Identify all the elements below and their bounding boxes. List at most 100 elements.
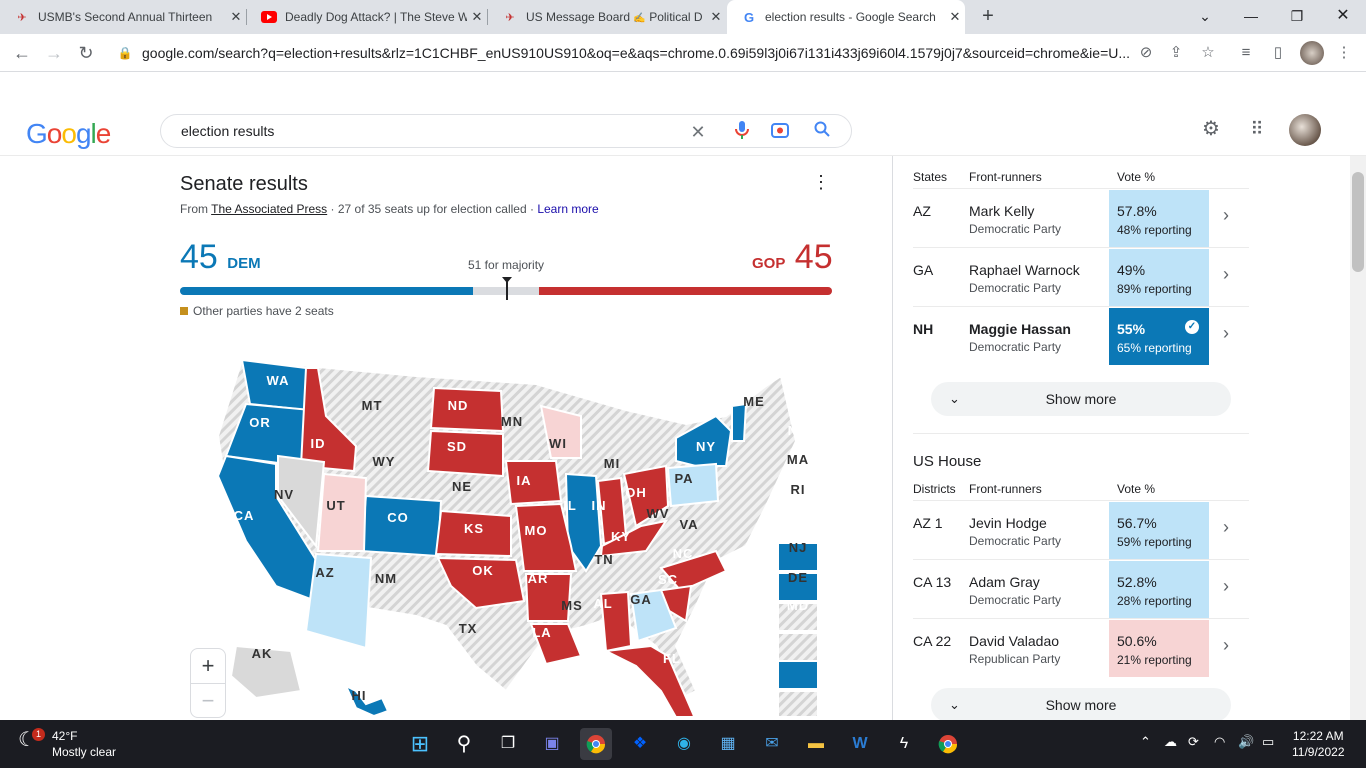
scroll-thumb[interactable]: [1352, 172, 1364, 272]
url-text[interactable]: google.com/search?q=election+results&rlz…: [142, 45, 1132, 61]
word-icon[interactable]: W: [844, 728, 876, 760]
clear-icon[interactable]: ✕: [687, 121, 709, 143]
chevron-right-icon[interactable]: ›: [1223, 323, 1229, 344]
start-windows-icon[interactable]: ⊞: [404, 728, 436, 760]
state-label-vt[interactable]: VT: [784, 393, 812, 408]
state-label-nv[interactable]: NV: [270, 487, 298, 502]
dropbox-icon[interactable]: ❖: [624, 728, 656, 760]
side-panel-icon[interactable]: ▯: [1266, 41, 1290, 65]
state-label-id[interactable]: ID: [304, 436, 332, 451]
share-icon[interactable]: ⇪: [1164, 41, 1188, 65]
state-label-co[interactable]: CO: [384, 510, 412, 525]
state-label-wy[interactable]: WY: [370, 454, 398, 469]
chevron-right-icon[interactable]: ›: [1223, 635, 1229, 656]
state-label-la[interactable]: LA: [528, 625, 556, 640]
zoom-in-button[interactable]: +: [191, 649, 225, 683]
state-label-ar[interactable]: AR: [524, 571, 552, 586]
state-label-fl[interactable]: FL: [658, 651, 686, 666]
taskbar-clock[interactable]: 12:22 AM 11/9/2022: [1292, 728, 1345, 760]
state-label-nj[interactable]: NJ: [784, 540, 812, 555]
state-label-nc[interactable]: NC: [669, 546, 697, 561]
close-tab-icon[interactable]: ✕: [706, 9, 726, 25]
tab-usmb-thirteen[interactable]: ✈ USMB's Second Annual Thirteen ✕: [0, 0, 246, 34]
sync-icon[interactable]: ⟳: [1188, 734, 1199, 750]
google-logo[interactable]: Google: [26, 118, 111, 150]
new-tab-icon[interactable]: +: [977, 5, 999, 27]
source-link[interactable]: The Associated Press: [211, 202, 327, 216]
close-window-icon[interactable]: ✕: [1320, 0, 1366, 34]
reading-list-icon[interactable]: ≡: [1234, 41, 1258, 65]
back-icon[interactable]: ←: [10, 41, 34, 65]
state-label-wa[interactable]: WA: [264, 373, 292, 388]
state-label-nd[interactable]: ND: [444, 398, 472, 413]
state-label-ne[interactable]: NE: [448, 479, 476, 494]
page-scrollbar[interactable]: [1350, 156, 1366, 720]
close-tab-icon[interactable]: ✕: [226, 9, 246, 25]
state-label-pa[interactable]: PA: [670, 471, 698, 486]
state-label-ct[interactable]: CT: [784, 510, 812, 525]
app-bolt-icon[interactable]: ϟ: [888, 728, 920, 760]
reload-icon[interactable]: ↻: [74, 41, 98, 65]
state-label-ma[interactable]: MA: [784, 452, 812, 467]
state-label-in[interactable]: IN: [585, 498, 613, 513]
state-label-al[interactable]: AL: [589, 596, 617, 611]
minimize-icon[interactable]: —: [1228, 0, 1274, 34]
forward-icon[interactable]: →: [42, 41, 66, 65]
state-label-ms[interactable]: MS: [558, 598, 586, 613]
chevron-right-icon[interactable]: ›: [1223, 205, 1229, 226]
profile-avatar-icon[interactable]: [1300, 41, 1324, 65]
volume-icon[interactable]: 🔊: [1238, 734, 1254, 750]
microphone-icon[interactable]: [731, 121, 753, 143]
state-label-or[interactable]: OR: [246, 415, 274, 430]
state-label-tn[interactable]: TN: [590, 552, 618, 567]
result-row[interactable]: NH Maggie Hassan Democratic Party 55% 65…: [913, 306, 1249, 365]
state-label-mt[interactable]: MT: [358, 398, 386, 413]
tab-deadly-dog[interactable]: Deadly Dog Attack? | The Steve W ✕: [247, 0, 487, 34]
chrome-alt-icon[interactable]: [932, 728, 964, 760]
state-label-nh[interactable]: NH: [784, 423, 812, 438]
state-label-ia[interactable]: IA: [510, 473, 538, 488]
state-label-ny[interactable]: NY: [692, 439, 720, 454]
mail-icon[interactable]: ✉: [756, 728, 788, 760]
result-row[interactable]: CA 22 David Valadao Republican Party 50.…: [913, 618, 1249, 677]
state-label-ca[interactable]: CA: [230, 508, 258, 523]
state-label-ut[interactable]: UT: [322, 498, 350, 513]
blocked-icon[interactable]: ⊘: [1134, 41, 1158, 65]
senate-map[interactable]: [206, 346, 826, 716]
onedrive-cloud-icon[interactable]: ☁: [1164, 734, 1177, 750]
state-label-mn[interactable]: MN: [498, 414, 526, 429]
state-label-ak[interactable]: AK: [248, 646, 276, 661]
tab-election-results[interactable]: G election results - Google Search ✕: [727, 0, 965, 34]
house-show-more-button[interactable]: ⌄ Show more: [931, 688, 1231, 722]
chevron-right-icon[interactable]: ›: [1223, 517, 1229, 538]
wifi-icon[interactable]: ◠: [1214, 734, 1225, 750]
tab-search-icon[interactable]: ⌄: [1182, 0, 1228, 34]
battery-icon[interactable]: ▭: [1262, 734, 1274, 750]
search-input[interactable]: [181, 123, 681, 139]
learn-more-link[interactable]: Learn more: [537, 202, 598, 216]
state-label-sc[interactable]: SC: [654, 572, 682, 587]
result-row[interactable]: GA Raphael Warnock Democratic Party 49% …: [913, 247, 1249, 306]
senate-show-more-button[interactable]: ⌄ Show more: [931, 382, 1231, 416]
restore-icon[interactable]: ❐: [1274, 0, 1320, 34]
file-explorer-icon[interactable]: ▬: [800, 728, 832, 760]
state-label-az[interactable]: AZ: [311, 565, 339, 580]
state-label-tx[interactable]: TX: [454, 621, 482, 636]
close-tab-icon[interactable]: ✕: [467, 9, 487, 25]
state-label-il[interactable]: IL: [556, 498, 584, 513]
address-bar[interactable]: 🔒 google.com/search?q=election+results&r…: [108, 37, 1168, 69]
state-label-ga[interactable]: GA: [627, 592, 655, 607]
chevron-right-icon[interactable]: ›: [1223, 576, 1229, 597]
state-label-hi[interactable]: HI: [345, 688, 373, 703]
task-view-icon[interactable]: ❐: [492, 728, 524, 760]
close-tab-icon[interactable]: ✕: [945, 9, 965, 25]
settings-gear-icon[interactable]: ⚙: [1198, 116, 1224, 142]
chrome-icon[interactable]: [580, 728, 612, 760]
state-label-sd[interactable]: SD: [443, 439, 471, 454]
state-label-wv[interactable]: WV: [644, 506, 672, 521]
state-label-oh[interactable]: OH: [622, 485, 650, 500]
result-row[interactable]: AZ 1 Jevin Hodge Democratic Party 56.7% …: [913, 500, 1249, 559]
edge-icon[interactable]: ◉: [668, 728, 700, 760]
state-label-ri[interactable]: RI: [784, 482, 812, 497]
state-label-va[interactable]: VA: [675, 517, 703, 532]
